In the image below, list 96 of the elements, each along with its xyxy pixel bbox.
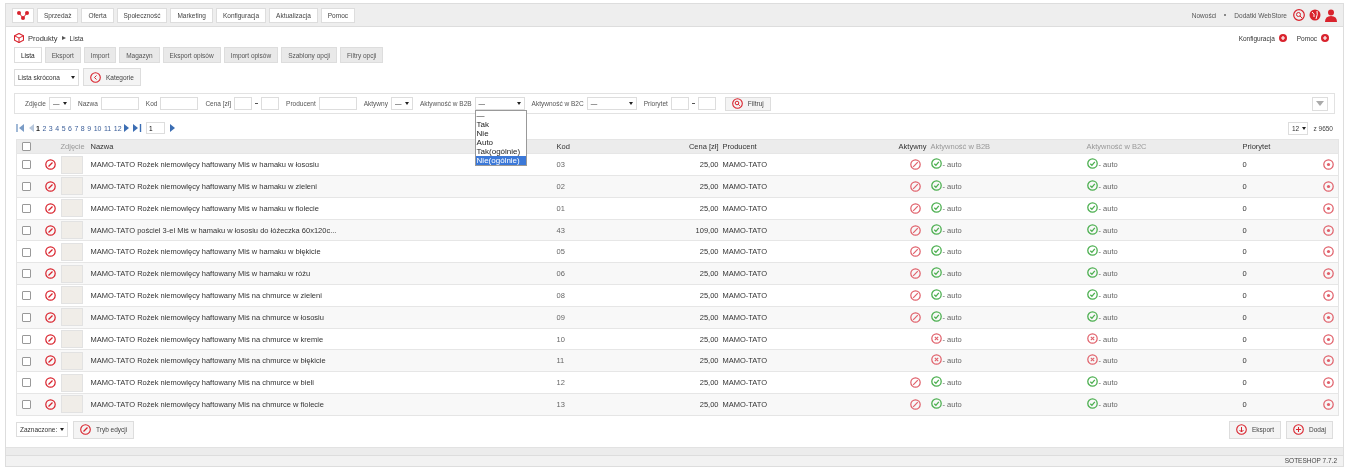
row-checkbox[interactable] [22, 400, 31, 410]
range-to-input[interactable] [261, 97, 280, 111]
row-checkbox[interactable] [22, 204, 31, 213]
delete-icon[interactable] [1322, 202, 1334, 214]
check-circle-icon[interactable] [930, 201, 942, 213]
dropdown-option[interactable]: Tak [475, 120, 526, 130]
cross-circle-icon[interactable] [1086, 332, 1098, 344]
delete-icon[interactable] [1322, 311, 1334, 323]
select-all-checkbox[interactable] [22, 142, 31, 152]
range-from-input[interactable] [234, 97, 253, 111]
dropdown-option[interactable]: Auto [475, 138, 526, 148]
row-checkbox[interactable] [22, 312, 31, 322]
check-circle-icon[interactable] [1086, 288, 1098, 300]
check-circle-icon[interactable] [1086, 201, 1098, 213]
dropdown-option[interactable]: Tak(ogólnie) [475, 147, 526, 157]
go-icon[interactable] [169, 124, 176, 133]
box-icon [14, 33, 24, 44]
edit-icon[interactable] [44, 333, 56, 345]
row-checkbox[interactable] [22, 160, 31, 170]
check-circle-icon[interactable] [930, 267, 942, 279]
delete-icon[interactable] [1322, 289, 1334, 301]
edit-icon[interactable] [44, 159, 56, 171]
delete-icon[interactable] [1322, 224, 1334, 236]
row-checkbox[interactable] [22, 334, 31, 344]
delete-icon[interactable] [1322, 333, 1334, 345]
check-circle-icon[interactable] [1086, 179, 1098, 191]
check-circle-icon[interactable] [930, 397, 942, 409]
range-from-input[interactable] [670, 97, 689, 111]
edit-icon[interactable] [44, 202, 56, 214]
cross-circle-icon[interactable] [1086, 354, 1098, 366]
edit-icon[interactable] [44, 268, 56, 280]
check-circle-icon[interactable] [1086, 267, 1098, 279]
previous-page-icon[interactable] [27, 124, 34, 133]
edit-icon[interactable] [44, 311, 56, 323]
plus-circle-icon [1278, 34, 1287, 43]
dropdown-option[interactable]: Nie [475, 129, 526, 139]
edit-icon[interactable] [44, 355, 56, 367]
check-circle-icon[interactable] [930, 223, 942, 235]
check-circle-icon[interactable] [1086, 223, 1098, 235]
row-checkbox[interactable] [22, 356, 31, 366]
delete-icon[interactable] [1322, 159, 1334, 171]
row-checkbox[interactable] [22, 182, 31, 192]
delete-icon[interactable] [1322, 268, 1334, 280]
download-icon [1235, 424, 1247, 436]
edit-icon[interactable] [44, 398, 56, 410]
delete-icon[interactable] [1322, 180, 1334, 192]
logo-icon[interactable] [12, 7, 34, 23]
check-circle-icon[interactable] [1086, 158, 1098, 170]
range-dash [691, 103, 695, 105]
check-circle-icon[interactable] [930, 158, 942, 170]
check-circle-icon[interactable] [1086, 245, 1098, 257]
delete-icon[interactable] [1322, 246, 1334, 258]
delete-icon[interactable] [1322, 377, 1334, 389]
check-circle-icon[interactable] [1086, 397, 1098, 409]
plus-icon [1293, 424, 1304, 436]
edit-icon[interactable] [44, 224, 56, 236]
filter-input[interactable] [160, 97, 199, 111]
row-checkbox[interactable] [22, 291, 31, 301]
plus-circle-icon [1321, 34, 1329, 43]
cross-circle-icon[interactable] [930, 332, 942, 344]
filter-input[interactable] [100, 97, 139, 111]
row-checkbox[interactable] [22, 378, 31, 388]
row-checkbox[interactable] [22, 247, 31, 257]
first-page-icon[interactable] [16, 124, 25, 133]
breadcrumb-arrow-icon [61, 36, 66, 41]
check-circle-icon[interactable] [930, 376, 942, 388]
range-dash [255, 103, 259, 105]
row-checkbox[interactable] [22, 269, 31, 279]
search-icon [731, 98, 743, 110]
edit-icon[interactable] [44, 377, 56, 389]
next-page-icon[interactable] [124, 124, 131, 133]
filter-input[interactable] [318, 97, 357, 111]
edit-icon[interactable] [44, 246, 56, 258]
dropdown-option[interactable]: — [475, 111, 526, 121]
check-circle-icon[interactable] [1086, 376, 1098, 388]
delete-icon[interactable] [1322, 398, 1334, 410]
last-page-icon[interactable] [132, 124, 142, 133]
globe-icon[interactable] [1309, 9, 1321, 21]
edit-icon [80, 424, 91, 436]
check-circle-icon[interactable] [930, 310, 942, 322]
check-circle-icon[interactable] [930, 245, 942, 257]
row-checkbox[interactable] [22, 225, 31, 235]
search-icon[interactable] [1293, 9, 1305, 21]
dropdown-option[interactable]: Nie(ogólnie) [475, 156, 526, 166]
collapse-button[interactable] [1312, 96, 1328, 111]
check-circle-icon[interactable] [930, 288, 942, 300]
cross-circle-icon[interactable] [930, 354, 942, 366]
check-circle-icon[interactable] [930, 179, 942, 191]
edit-icon[interactable] [44, 289, 56, 301]
delete-icon[interactable] [1322, 355, 1334, 367]
horizontal-scrollbar[interactable] [6, 446, 1343, 455]
user-icon[interactable] [1325, 8, 1337, 22]
caret-icon [1316, 101, 1324, 107]
check-circle-icon[interactable] [1086, 310, 1098, 322]
range-to-input[interactable] [697, 97, 716, 111]
edit-icon[interactable] [44, 180, 56, 192]
